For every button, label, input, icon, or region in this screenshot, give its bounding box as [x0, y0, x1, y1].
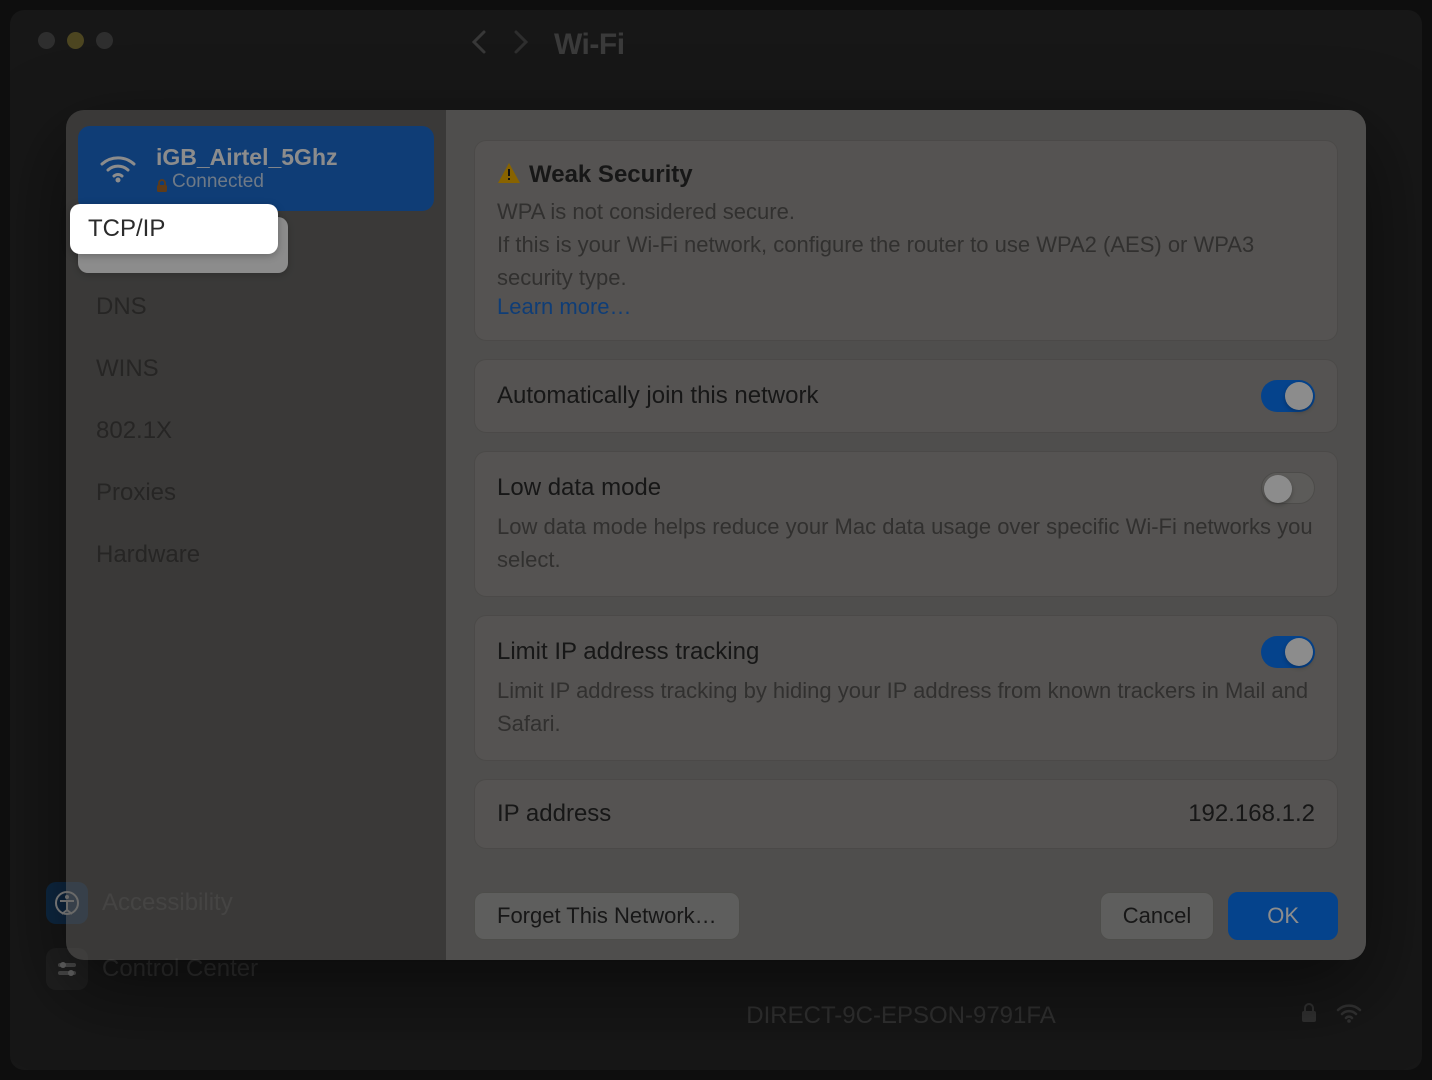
- tab-label: DNS: [96, 293, 147, 320]
- tab-label: Hardware: [96, 541, 200, 568]
- auto-join-toggle[interactable]: [1261, 380, 1315, 412]
- tab-proxies[interactable]: Proxies: [78, 465, 434, 521]
- ip-address-value: 192.168.1.2: [1188, 800, 1315, 828]
- auto-join-label: Automatically join this network: [497, 382, 818, 410]
- tab-8021x[interactable]: 802.1X: [78, 403, 434, 459]
- modal-footer: Forget This Network… Cancel OK: [474, 872, 1338, 940]
- header: Wi-Fi: [450, 10, 1422, 80]
- wifi-icon: [1336, 1002, 1362, 1030]
- limit-ip-desc: Limit IP address tracking by hiding your…: [497, 674, 1315, 740]
- back-arrow[interactable]: [470, 28, 488, 63]
- weak-security-section: Weak Security WPA is not considered secu…: [474, 140, 1338, 341]
- network-name: iGB_Airtel_5Ghz: [156, 144, 414, 171]
- low-data-desc: Low data mode helps reduce your Mac data…: [497, 510, 1315, 576]
- forget-network-button[interactable]: Forget This Network…: [474, 892, 740, 940]
- page-title: Wi-Fi: [554, 28, 625, 62]
- low-data-label: Low data mode: [497, 474, 661, 502]
- tab-dns[interactable]: DNS: [78, 279, 434, 335]
- tab-wins[interactable]: WINS: [78, 341, 434, 397]
- highlighted-tab-tcpip[interactable]: TCP/IP: [70, 204, 278, 254]
- weak-security-title: Weak Security: [529, 161, 693, 189]
- network-header[interactable]: iGB_Airtel_5Ghz Connected: [78, 126, 434, 211]
- network-status: Connected: [156, 171, 414, 193]
- cancel-button[interactable]: Cancel: [1100, 892, 1214, 940]
- maximize-button[interactable]: [96, 32, 113, 49]
- lock-icon: [1300, 1002, 1318, 1031]
- low-data-section: Low data mode Low data mode helps reduce…: [474, 451, 1338, 597]
- limit-ip-section: Limit IP address tracking Limit IP addre…: [474, 615, 1338, 761]
- ip-address-section: IP address 192.168.1.2: [474, 779, 1338, 849]
- weak-security-text1: WPA is not considered secure.: [497, 195, 1315, 228]
- wifi-icon: [98, 149, 138, 189]
- auto-join-section: Automatically join this network: [474, 359, 1338, 433]
- tab-label: 802.1X: [96, 417, 172, 444]
- minimize-button[interactable]: [67, 32, 84, 49]
- traffic-lights: [38, 32, 113, 49]
- limit-ip-label: Limit IP address tracking: [497, 638, 759, 666]
- close-button[interactable]: [38, 32, 55, 49]
- status-text: Connected: [172, 171, 264, 193]
- tab-label: Proxies: [96, 479, 176, 506]
- limit-ip-toggle[interactable]: [1261, 636, 1315, 668]
- ip-address-label: IP address: [497, 800, 611, 828]
- tab-label: WINS: [96, 355, 159, 382]
- warning-icon: [497, 162, 521, 189]
- lock-icon: [156, 177, 166, 187]
- forward-arrow[interactable]: [512, 28, 530, 63]
- modal-content: Weak Security WPA is not considered secu…: [446, 110, 1366, 960]
- ok-button[interactable]: OK: [1228, 892, 1338, 940]
- background-network-row[interactable]: DIRECT-9C-EPSON-9791FA: [440, 1002, 1362, 1030]
- settings-window: Wi-Fi Accessibility Control Center DIREC…: [10, 10, 1422, 1070]
- weak-security-text2: If this is your Wi-Fi network, configure…: [497, 228, 1315, 294]
- other-network-name: DIRECT-9C-EPSON-9791FA: [746, 1002, 1055, 1030]
- low-data-toggle[interactable]: [1261, 472, 1315, 504]
- tab-hardware[interactable]: Hardware: [78, 527, 434, 583]
- learn-more-link[interactable]: Learn more…: [497, 294, 1315, 320]
